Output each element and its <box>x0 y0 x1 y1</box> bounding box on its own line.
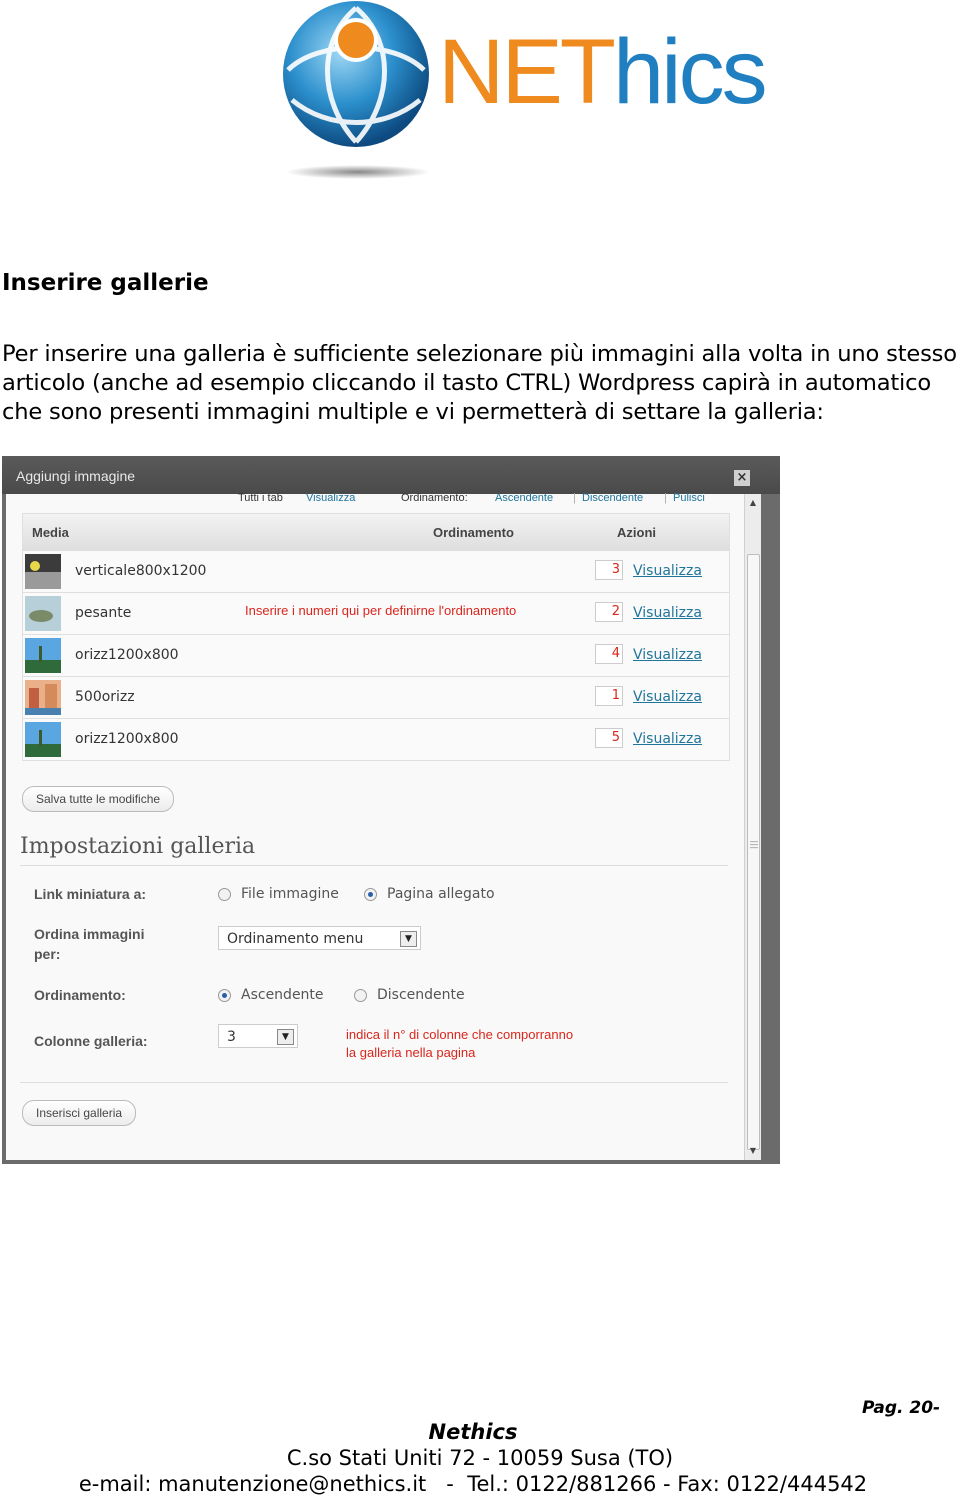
order-input[interactable]: 5 <box>595 728 623 748</box>
logo-text-hics: hics <box>613 21 768 123</box>
table-row: 500orizz 1 Visualizza <box>23 676 729 718</box>
order-input[interactable]: 4 <box>595 644 623 664</box>
image-thumbnail <box>25 680 61 715</box>
columns-hint-line2: la galleria nella pagina <box>346 1045 476 1060</box>
column-media: Media <box>32 525 69 540</box>
logo-wordmark: NEThics <box>438 21 768 123</box>
table-row: orizz1200x800 4 Visualizza <box>23 634 729 676</box>
filter-all-tabs: Tutti i tab <box>238 492 283 504</box>
view-link[interactable]: Visualizza <box>633 563 702 579</box>
filter-ordering-label: Ordinamento: <box>401 492 468 504</box>
media-table: Media Ordinamento Azioni verticale800x12… <box>22 513 730 761</box>
dialog-title: Aggiungi immagine <box>16 468 136 484</box>
insert-gallery-button[interactable]: Inserisci galleria <box>22 1100 137 1126</box>
filter-ascending-link[interactable]: Ascendente <box>495 492 553 504</box>
order-input[interactable]: 2 <box>595 602 623 622</box>
section-title: Inserire gallerie <box>2 270 209 296</box>
order-by-label-line2: per: <box>34 946 61 962</box>
footer-contact: e-mail: manutenzione@nethics.it - Tel.: … <box>78 1472 868 1496</box>
save-all-button[interactable]: Salva tutte le modifiche <box>22 786 175 812</box>
grip-icon: ― ― ― <box>750 837 758 852</box>
view-link[interactable]: Visualizza <box>633 647 702 663</box>
scroll-down-icon[interactable]: ▼ <box>745 1144 761 1158</box>
separator: | <box>664 492 667 504</box>
table-row: pesante Inserire i numeri qui per defini… <box>23 592 729 634</box>
column-actions: Azioni <box>617 525 656 540</box>
image-thumbnail <box>25 554 61 589</box>
divider <box>20 1082 728 1083</box>
media-name: orizz1200x800 <box>75 731 179 747</box>
dialog-body: Tutti i tab Visualizza Ordinamento: Asce… <box>6 492 760 1160</box>
close-icon[interactable]: × <box>734 470 750 486</box>
columns-hint-line1: indica il n° di colonne che comporranno <box>346 1027 574 1042</box>
order-label: Ordinamento: <box>34 987 126 1003</box>
view-link[interactable]: Visualizza <box>633 605 702 621</box>
ordering-hint: Inserire i numeri qui per definirne l'or… <box>245 603 517 618</box>
separator: | <box>573 492 576 504</box>
order-by-value: Ordinamento menu <box>227 931 364 947</box>
chevron-down-icon: ▼ <box>277 1029 294 1045</box>
filter-clear-link[interactable]: Pulisci <box>673 492 705 504</box>
chevron-down-icon: ▼ <box>400 931 417 947</box>
radio-ascending[interactable] <box>218 989 231 1002</box>
page-number: Pag. 20- <box>862 1398 941 1418</box>
radio-file-image[interactable] <box>218 888 231 901</box>
option-file-image: File immagine <box>241 886 339 902</box>
image-thumbnail <box>25 638 61 673</box>
footer-address: C.so Stati Uniti 72 - 10059 Susa (TO) <box>286 1446 674 1470</box>
order-input[interactable]: 3 <box>595 560 623 580</box>
nethics-logo: NEThics <box>278 0 768 190</box>
order-by-label-line1: Ordina immagini <box>34 926 145 942</box>
gallery-settings-heading: Impostazioni galleria <box>20 834 256 859</box>
footer-company: Nethics <box>428 1420 518 1444</box>
view-link[interactable]: Visualizza <box>633 689 702 705</box>
option-descending: Discendente <box>377 987 465 1003</box>
columns-label: Colonne galleria: <box>34 1033 148 1049</box>
order-by-label: Ordina immagini per: <box>34 924 144 964</box>
view-link[interactable]: Visualizza <box>633 731 702 747</box>
media-name: orizz1200x800 <box>75 647 179 663</box>
thumbnail-link-label: Link miniatura a: <box>34 886 147 902</box>
radio-descending[interactable] <box>354 989 367 1002</box>
globe-logo-icon <box>283 1 430 179</box>
order-input[interactable]: 1 <box>595 686 623 706</box>
radio-attachment-page[interactable] <box>364 888 377 901</box>
filter-bar: Tutti i tab Visualizza Ordinamento: Asce… <box>6 492 746 512</box>
wordpress-dialog-screenshot: Aggiungi immagine × Tutti i tab Visualiz… <box>2 456 780 1164</box>
filter-show-link[interactable]: Visualizza <box>306 492 355 504</box>
columns-value: 3 <box>227 1029 236 1045</box>
image-thumbnail <box>25 596 61 631</box>
columns-hint: indica il n° di colonne che comporranno … <box>346 1026 573 1062</box>
scrollbar-thumb[interactable]: ― ― ― <box>747 554 760 1150</box>
filter-descending-link[interactable]: Discendente <box>582 492 643 504</box>
table-header: Media Ordinamento Azioni <box>23 514 729 550</box>
option-ascending: Ascendente <box>241 987 324 1003</box>
image-thumbnail <box>25 722 61 757</box>
media-name: 500orizz <box>75 689 135 705</box>
scroll-up-icon[interactable]: ▲ <box>745 496 761 510</box>
media-name: verticale800x1200 <box>75 563 207 579</box>
divider <box>20 865 728 866</box>
table-row: verticale800x1200 3 Visualizza <box>23 550 729 592</box>
dialog-titlebar: Aggiungi immagine × <box>2 456 780 494</box>
columns-select[interactable]: 3 ▼ <box>218 1024 298 1048</box>
table-row: orizz1200x800 5 Visualizza <box>23 718 729 760</box>
vertical-scrollbar[interactable]: ▲ ― ― ― ▼ <box>744 494 761 1160</box>
logo-text-net: NET <box>438 21 616 123</box>
order-by-select[interactable]: Ordinamento menu ▼ <box>218 926 421 950</box>
column-ordering: Ordinamento <box>433 525 514 540</box>
body-paragraph: Per inserire una galleria è sufficiente … <box>2 341 957 425</box>
media-name: pesante <box>75 605 132 621</box>
option-attachment-page: Pagina allegato <box>387 886 495 902</box>
